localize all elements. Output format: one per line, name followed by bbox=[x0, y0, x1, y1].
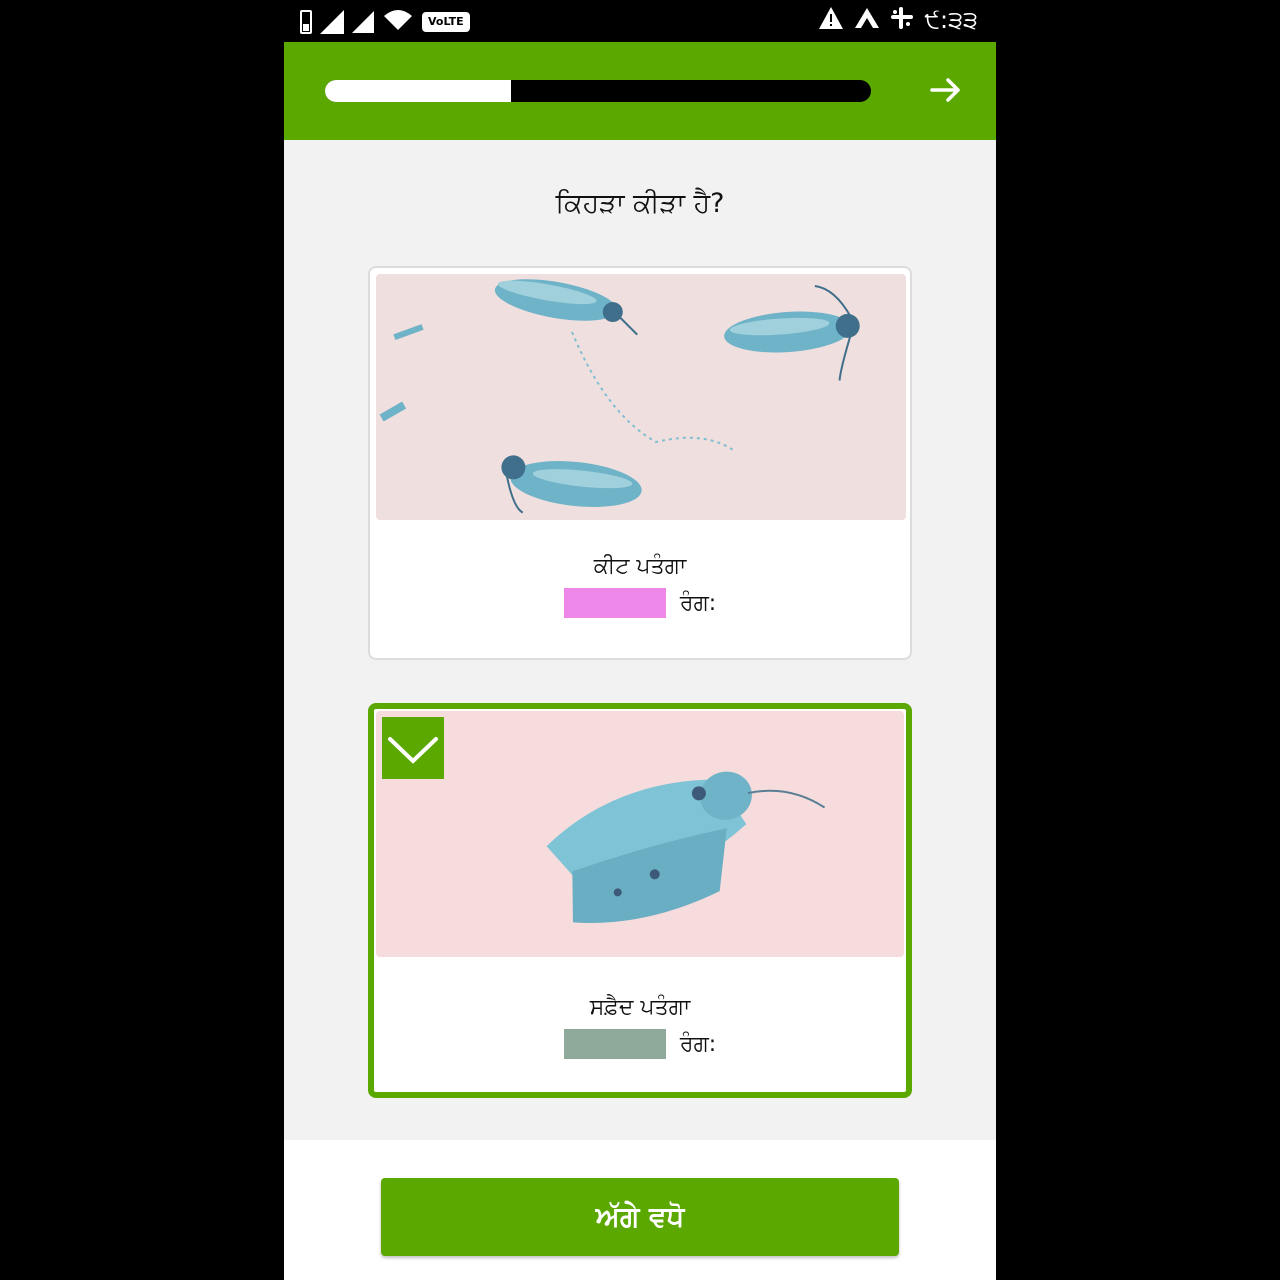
option-name: ਕੀਟ ਪਤੰਗਾ bbox=[593, 554, 687, 579]
option-name: ਸਫ਼ੈਦ ਪਤੰਗਾ bbox=[589, 995, 691, 1020]
footer: ਅੱਗੇ ਵਧੋ bbox=[284, 1140, 996, 1280]
quiz-progress-bar bbox=[325, 80, 871, 102]
status-time: ੯:੩੩ bbox=[924, 6, 978, 34]
arrow-right-icon[interactable] bbox=[926, 70, 966, 110]
question-text: ਕਿਹੜਾ ਕੀੜਾ ਹੈ? bbox=[555, 188, 725, 219]
color-swatch bbox=[563, 1029, 666, 1059]
warning-icon bbox=[818, 6, 844, 34]
signal-icon bbox=[352, 11, 374, 33]
color-swatch bbox=[563, 588, 666, 618]
wifi-icon bbox=[382, 8, 414, 36]
option-card-2[interactable]: ਸਫ਼ੈਦ ਪਤੰਗਾ ਰੰਗ: bbox=[368, 703, 912, 1098]
insect-photo bbox=[376, 274, 906, 520]
insect-photo bbox=[376, 711, 904, 957]
color-row: ਰੰਗ: bbox=[374, 1029, 906, 1059]
color-row: ਰੰਗ: bbox=[370, 588, 910, 618]
app-header bbox=[284, 42, 996, 140]
signal-icon bbox=[320, 10, 344, 34]
slack-icon bbox=[890, 6, 914, 34]
option-card-1[interactable]: ਕੀਟ ਪਤੰਗਾ ਰੰਗ: bbox=[368, 266, 912, 660]
status-icons-left: VoLTE bbox=[300, 8, 470, 36]
status-bar: VoLTE ੯:੩੩ bbox=[284, 0, 996, 42]
app-a-icon bbox=[854, 6, 880, 34]
question-area: ਕਿਹੜਾ ਕੀੜਾ ਹੈ? ਕੀਟ ਪਤੰਗਾ ਰੰਗ: ਸਫ਼ੈਦ ਪਤੰਗ… bbox=[284, 140, 996, 1140]
status-icons-right: ੯:੩੩ bbox=[818, 6, 978, 34]
color-label: ਰੰਗ: bbox=[679, 1031, 717, 1057]
progress-fill bbox=[325, 80, 511, 102]
battery-icon bbox=[300, 10, 312, 34]
volte-icon: VoLTE bbox=[422, 12, 470, 32]
submit-button[interactable]: ਅੱਗੇ ਵਧੋ bbox=[381, 1178, 899, 1256]
color-label: ਰੰਗ: bbox=[679, 590, 717, 616]
checkmark-icon bbox=[382, 717, 444, 779]
